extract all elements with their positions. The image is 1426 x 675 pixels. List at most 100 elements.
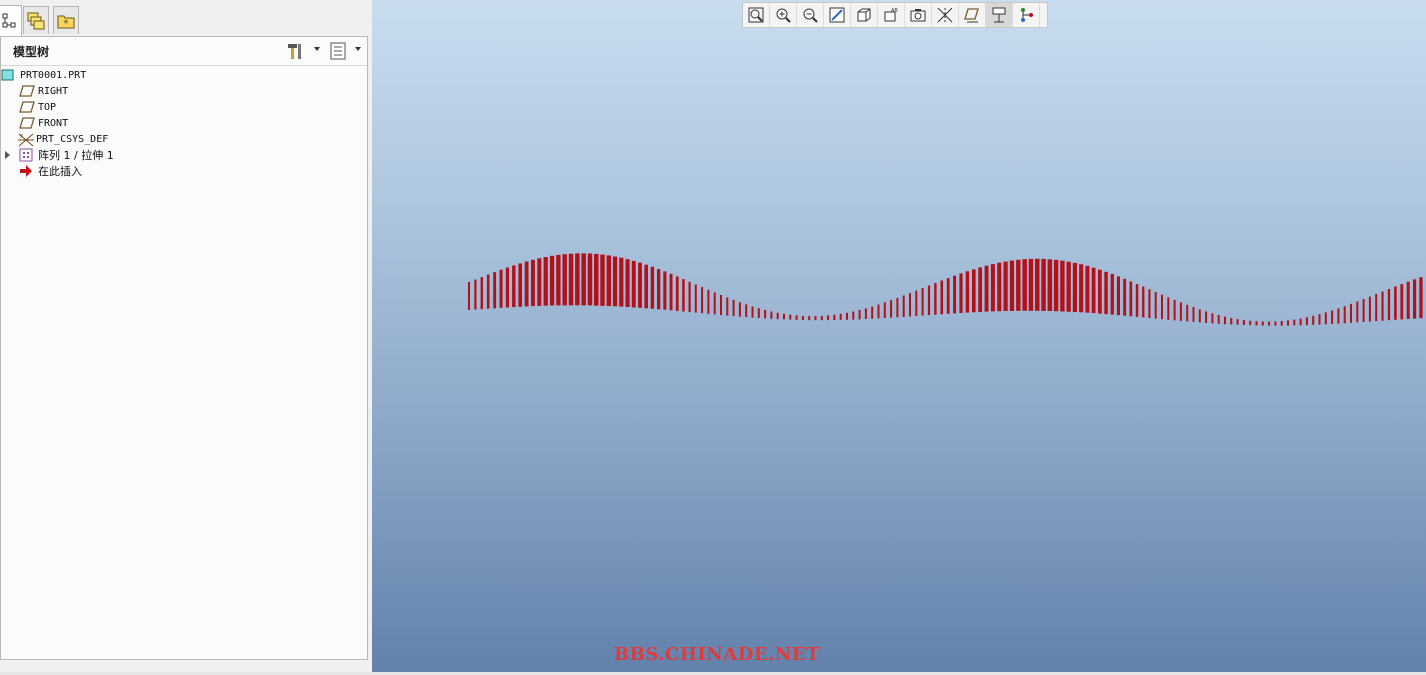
pattern-instance[interactable] — [738, 302, 741, 317]
pattern-instance[interactable] — [1129, 281, 1133, 317]
tree-item-datum-front[interactable]: FRONT — [19, 115, 68, 131]
pattern-instance[interactable] — [1066, 261, 1071, 312]
pattern-instance[interactable] — [675, 276, 679, 311]
pattern-instance[interactable] — [1230, 317, 1233, 325]
pattern-instance[interactable] — [883, 302, 886, 318]
pattern-instance[interactable] — [978, 267, 982, 312]
pattern-instance[interactable] — [1261, 321, 1264, 326]
tab-favorites[interactable]: * — [53, 6, 79, 34]
pattern-instance[interactable] — [587, 253, 593, 306]
tree-item-pattern[interactable]: 阵列 1 / 拉伸 1 — [1, 147, 114, 163]
coordinate-systems-toggle[interactable] — [1013, 3, 1040, 27]
pattern-instance[interactable] — [1293, 319, 1296, 326]
pattern-instance[interactable] — [650, 266, 655, 309]
pattern-instance[interactable] — [1091, 267, 1096, 314]
pattern-instance[interactable] — [556, 254, 561, 306]
pattern-instance[interactable] — [890, 300, 893, 318]
pattern-instance[interactable] — [682, 279, 685, 312]
pattern-instance[interactable] — [1356, 301, 1359, 323]
tree-item-insert-here[interactable]: 在此插入 — [19, 163, 82, 179]
pattern-instance[interactable] — [619, 257, 624, 307]
pattern-instance[interactable] — [688, 281, 691, 313]
saved-views-button[interactable]: AB — [878, 3, 905, 27]
pattern-instance[interactable] — [568, 253, 574, 306]
pattern-instance[interactable] — [543, 257, 548, 306]
pattern-instance[interactable] — [518, 263, 522, 307]
pattern-instance[interactable] — [820, 315, 823, 321]
pattern-instance[interactable] — [1375, 294, 1378, 322]
pattern-instance[interactable] — [701, 287, 704, 314]
pattern-instance[interactable] — [896, 297, 899, 318]
pattern-instance[interactable] — [1016, 259, 1021, 311]
pattern-instance[interactable] — [468, 282, 470, 310]
pattern-instance[interactable] — [732, 299, 735, 317]
pattern-instance[interactable] — [972, 269, 976, 313]
pattern-instance[interactable] — [902, 295, 905, 317]
pattern-instance[interactable] — [1274, 321, 1277, 326]
pattern-instance[interactable] — [1350, 303, 1352, 323]
pattern-instance[interactable] — [1154, 292, 1157, 319]
pattern-instance[interactable] — [745, 304, 748, 318]
pattern-instance[interactable] — [1368, 296, 1371, 322]
pattern-instance[interactable] — [1331, 310, 1334, 325]
pattern-instance[interactable] — [1387, 289, 1391, 321]
pattern-instance[interactable] — [480, 277, 483, 310]
pattern-instance[interactable] — [915, 290, 918, 317]
pattern-instance[interactable] — [575, 253, 580, 306]
pattern-instance[interactable] — [1337, 308, 1340, 324]
pattern-instance[interactable] — [707, 289, 710, 314]
pattern-instance[interactable] — [871, 306, 874, 319]
pattern-instance[interactable] — [833, 314, 836, 320]
pattern-instance[interactable] — [1236, 319, 1239, 325]
pattern-instance[interactable] — [726, 297, 729, 316]
pattern-instance[interactable] — [1362, 299, 1365, 322]
expand-toggle[interactable] — [5, 151, 10, 159]
pattern-instance[interactable] — [600, 254, 605, 306]
tree-item-datum-right[interactable]: RIGHT — [19, 83, 68, 99]
pattern-instance[interactable] — [839, 313, 842, 320]
graphics-viewport[interactable]: AB BBS.CHINADE.NET — [372, 0, 1426, 672]
pattern-instance[interactable] — [1072, 262, 1077, 312]
pattern-instance[interactable] — [1079, 264, 1084, 313]
pattern-instance[interactable] — [997, 262, 1002, 312]
pattern-instance[interactable] — [795, 315, 798, 320]
pattern-instance[interactable] — [1022, 259, 1027, 311]
pattern-instance[interactable] — [1242, 320, 1245, 325]
pattern-instance[interactable] — [1268, 321, 1271, 326]
pattern-instance[interactable] — [581, 253, 586, 306]
pattern-instance[interactable] — [644, 264, 648, 309]
pattern-instance[interactable] — [1318, 314, 1321, 325]
pattern-instance[interactable] — [852, 311, 855, 320]
pattern-instance[interactable] — [801, 315, 804, 320]
refit-button[interactable] — [743, 3, 770, 27]
view-manager-button[interactable] — [905, 3, 932, 27]
pattern-instance[interactable] — [531, 259, 535, 307]
pattern-instance[interactable] — [1255, 321, 1258, 326]
pattern-instance[interactable] — [1135, 284, 1139, 317]
pattern-instance[interactable] — [959, 273, 963, 313]
pattern-instance[interactable] — [764, 309, 767, 319]
pattern-instance[interactable] — [877, 304, 880, 319]
pattern-instance[interactable] — [864, 308, 867, 319]
datum-points-toggle[interactable] — [986, 3, 1013, 27]
pattern-instance[interactable] — [909, 293, 911, 317]
pattern-instance[interactable] — [1035, 258, 1040, 311]
pattern-instance[interactable] — [990, 264, 995, 312]
pattern-instance[interactable] — [1028, 258, 1034, 311]
tree-item-datum-top[interactable]: TOP — [19, 99, 56, 115]
pattern-instance[interactable] — [789, 314, 792, 320]
pattern-instance[interactable] — [1060, 260, 1065, 312]
pattern-instance[interactable] — [1098, 269, 1102, 314]
pattern-instance[interactable] — [1104, 271, 1108, 315]
pattern-instance[interactable] — [1343, 306, 1346, 324]
pattern-instance[interactable] — [657, 269, 661, 310]
zoom-out-button[interactable] — [797, 3, 824, 27]
pattern-instance[interactable] — [1123, 278, 1127, 316]
pattern-instance[interactable] — [537, 258, 542, 306]
pattern-instance[interactable] — [606, 255, 611, 306]
pattern-instance[interactable] — [562, 254, 567, 306]
pattern-instance[interactable] — [1394, 286, 1397, 320]
pattern-instance[interactable] — [499, 269, 503, 308]
pattern-instance[interactable] — [953, 275, 957, 314]
pattern-instance[interactable] — [1009, 260, 1015, 311]
